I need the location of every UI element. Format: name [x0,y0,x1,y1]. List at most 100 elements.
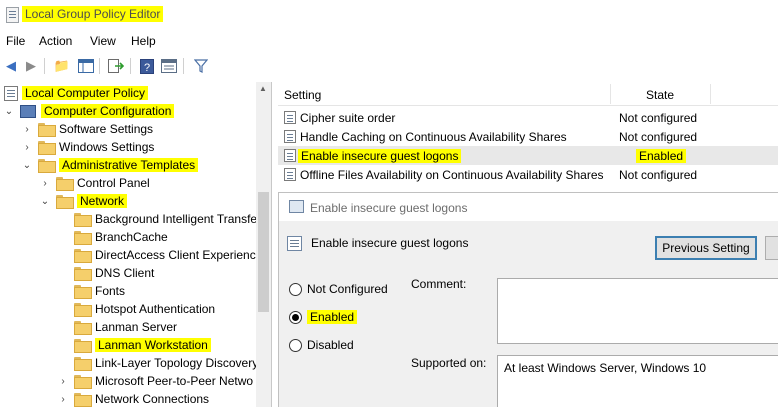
dialog-title-bar[interactable]: Enable insecure guest logons [279,193,778,221]
properties-icon[interactable] [160,57,178,75]
menu-file[interactable]: File [6,34,25,48]
folder-icon [74,375,92,389]
tree-item-label: Control Panel [77,176,150,190]
tree-item-local-computer-policy[interactable]: Local Computer Policy [4,84,149,102]
next-setting-button[interactable] [765,236,778,260]
folder-icon [74,285,92,299]
tree-item-dns-client[interactable]: DNS Client [58,264,154,282]
comment-textarea[interactable] [497,278,778,344]
policy-setting-icon [287,236,302,251]
folder-icon [38,159,56,173]
toolbar-separator [99,58,100,74]
policy-setting-icon [284,111,296,124]
menu-action[interactable]: Action [39,34,72,48]
tree-item-label: Hotspot Authentication [95,302,216,316]
tree-item-label: Network Connections [95,392,210,406]
tree-item-control-panel[interactable]: › Control Panel [40,174,150,192]
column-divider[interactable] [610,84,611,104]
forward-arrow-icon[interactable]: ▶ [22,57,40,75]
chevron-right-icon[interactable]: › [58,376,68,387]
chevron-down-icon[interactable]: ⌄ [40,196,50,207]
toolbar-separator [183,58,184,74]
chevron-right-icon[interactable]: › [40,178,50,189]
folder-icon [74,339,92,353]
toolbar-separator [130,58,131,74]
tree-item-lanman-server[interactable]: Lanman Server [58,318,177,336]
dialog-title: Enable insecure guest logons [310,201,468,215]
svg-text:?: ? [144,62,150,74]
tree-item-label: Administrative Templates [59,158,199,172]
tree-item-software-settings[interactable]: › Software Settings [22,120,153,138]
tree-item-link-layer-topology-discovery[interactable]: Link-Layer Topology Discovery [58,354,258,372]
setting-name: Handle Caching on Continuous Availabilit… [300,129,567,144]
tree-item-label: Background Intelligent Transfe [95,212,258,226]
column-divider[interactable] [710,84,711,104]
up-folder-icon[interactable]: 📁 [53,57,71,75]
setting-row-handle-caching[interactable]: Handle Caching on Continuous Availabilit… [278,127,778,146]
export-list-icon[interactable] [107,57,125,75]
setting-state: Not configured [619,110,698,125]
setting-row-cipher-suite-order[interactable]: Cipher suite order Not configured [278,108,778,127]
folder-icon [38,123,56,137]
filter-icon[interactable] [192,57,210,75]
tree-item-branchcache[interactable]: BranchCache [58,228,168,246]
policy-icon [4,85,18,101]
radio-disabled[interactable]: Disabled [289,336,354,354]
column-header-setting[interactable]: Setting [284,88,321,102]
tree-scrollbar[interactable]: ▲ [256,82,271,407]
setting-state: Not configured [619,129,698,144]
tree-item-lanman-workstation[interactable]: Lanman Workstation [58,336,211,354]
chevron-right-icon[interactable]: › [22,142,32,153]
folder-icon [74,303,92,317]
setting-row-offline-files-availability[interactable]: Offline Files Availability on Continuous… [278,165,778,184]
tree-item-microsoft-peer-to-peer[interactable]: › Microsoft Peer-to-Peer Netwo [58,372,253,390]
help-icon[interactable]: ? [138,57,156,75]
toolbar-separator [44,58,45,74]
tree-item-network[interactable]: ⌄ Network [40,192,128,210]
radio-button[interactable] [289,310,302,324]
previous-setting-button[interactable]: Previous Setting [655,236,757,260]
show-hide-tree-icon[interactable] [77,57,95,75]
app-icon [6,7,19,23]
scrollbar-thumb[interactable] [258,192,269,312]
tree-item-directaccess-client-experience[interactable]: DirectAccess Client Experience [58,246,262,264]
setting-state: Not configured [619,167,698,182]
tree-item-hotspot-authentication[interactable]: Hotspot Authentication [58,300,215,318]
radio-button[interactable] [289,282,302,296]
radio-enabled[interactable]: Enabled [289,308,358,326]
settings-list: Setting State Cipher suite order Not con… [278,82,778,192]
radio-label: Not Configured [307,282,388,296]
folder-icon [74,393,92,407]
title-bar: Local Group Policy Editor [0,0,778,30]
supported-on-label: Supported on: [411,356,487,370]
chevron-down-icon[interactable]: ⌄ [4,106,14,117]
settings-list-header: Setting State [278,82,778,106]
toolbar: ◀ ▶ 📁 ? [0,53,778,79]
tree-item-windows-settings[interactable]: › Windows Settings [22,138,154,156]
chevron-down-icon[interactable]: ⌄ [22,160,32,171]
radio-not-configured[interactable]: Not Configured [289,280,388,298]
scroll-up-arrow-icon[interactable]: ▲ [259,84,267,93]
tree-item-background-intelligent-transfer[interactable]: Background Intelligent Transfe [58,210,257,228]
chevron-right-icon[interactable]: › [58,394,68,405]
tree-item-label: Microsoft Peer-to-Peer Netwo [95,374,254,388]
menu-help[interactable]: Help [131,34,156,48]
window-title: Local Group Policy Editor [22,6,164,22]
radio-button[interactable] [289,338,302,352]
tree-item-computer-configuration[interactable]: ⌄ Computer Configuration [4,102,175,120]
chevron-right-icon[interactable]: › [22,124,32,135]
tree-item-network-connections[interactable]: › Network Connections [58,390,209,407]
policy-setting-icon [284,149,296,162]
tree-item-administrative-templates[interactable]: ⌄ Administrative Templates [22,156,199,174]
tree-item-label: Fonts [95,284,126,298]
folder-icon [74,231,92,245]
folder-icon [56,177,74,191]
setting-row-enable-insecure-guest-logons[interactable]: Enable insecure guest logons Enabled [278,146,778,165]
policy-dialog-icon [289,200,304,213]
column-header-state[interactable]: State [646,88,674,102]
tree-item-label: Lanman Workstation [95,338,211,352]
tree-item-fonts[interactable]: Fonts [58,282,125,300]
menu-view[interactable]: View [90,34,116,48]
tree-item-label: Lanman Server [95,320,178,334]
back-arrow-icon[interactable]: ◀ [2,57,20,75]
